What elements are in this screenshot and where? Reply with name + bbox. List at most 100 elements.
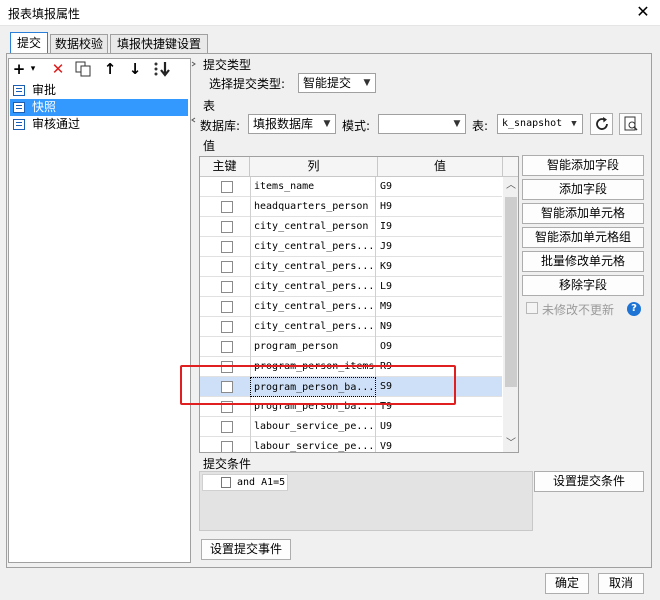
table-row[interactable]: program_person O9 — [200, 337, 502, 357]
tab-shortcut-settings[interactable]: 填报快捷键设置 — [110, 34, 208, 54]
refresh-button[interactable] — [590, 113, 613, 135]
table-row[interactable]: labour_service_pe... U9 — [200, 417, 502, 437]
column-cell[interactable]: city_central_pers... — [250, 317, 376, 337]
scrollbar-thumb[interactable] — [505, 197, 517, 387]
primary-key-checkbox[interactable] — [221, 341, 233, 353]
add-dropdown-icon[interactable]: ▾ — [27, 60, 39, 78]
cancel-button[interactable]: 取消 — [598, 573, 644, 594]
primary-key-checkbox[interactable] — [221, 201, 233, 213]
schema-label: 模式: — [342, 119, 371, 133]
tree-item-snapshot[interactable]: 快照 — [10, 99, 188, 116]
database-label: 数据库: — [200, 119, 241, 133]
table-row[interactable]: city_central_pers... J9 — [200, 237, 502, 257]
schema-select[interactable]: ▼ — [378, 114, 466, 134]
primary-key-checkbox[interactable] — [221, 321, 233, 333]
smart-add-cell-button[interactable]: 智能添加单元格 — [522, 203, 644, 224]
ok-button[interactable]: 确定 — [545, 573, 589, 594]
submit-type-section: 提交类型 — [203, 58, 252, 72]
primary-key-checkbox[interactable] — [221, 261, 233, 273]
value-cell[interactable]: K9 — [378, 257, 502, 277]
primary-key-checkbox[interactable] — [221, 441, 233, 452]
table-row[interactable]: city_central_pers... N9 — [200, 317, 502, 337]
help-icon[interactable]: ? — [627, 302, 641, 316]
table-row[interactable]: city_central_person I9 — [200, 217, 502, 237]
add-icon[interactable]: + — [12, 60, 26, 78]
preview-table-button[interactable] — [619, 113, 642, 135]
condition-item[interactable]: and A1=5 — [202, 474, 288, 491]
value-cell[interactable]: G9 — [378, 177, 502, 197]
form-icon — [13, 85, 25, 96]
batch-modify-cell-button[interactable]: 批量修改单元格 — [522, 251, 644, 272]
scroll-down-icon[interactable]: ﹀ — [503, 435, 518, 452]
form-icon — [13, 119, 25, 130]
value-cell[interactable]: O9 — [378, 337, 502, 357]
column-cell[interactable]: headquarters_person — [250, 197, 376, 217]
smart-add-field-button[interactable]: 智能添加字段 — [522, 155, 644, 176]
column-cell[interactable]: labour_service_pe... — [250, 417, 376, 437]
chevron-down-icon: ▼ — [571, 119, 577, 129]
move-bottom-icon[interactable] — [152, 60, 172, 78]
vertical-scrollbar[interactable]: ︿ ﹀ — [503, 177, 518, 452]
primary-key-checkbox[interactable] — [221, 281, 233, 293]
pane-splitter[interactable] — [191, 58, 197, 563]
move-down-icon[interactable]: ↓ — [124, 60, 146, 78]
column-header: 值 — [378, 157, 503, 177]
close-icon[interactable]: ✕ — [632, 2, 654, 24]
table-row[interactable]: city_central_pers... L9 — [200, 277, 502, 297]
database-select[interactable]: 填报数据库 ▼ — [248, 114, 336, 134]
primary-key-checkbox[interactable] — [221, 221, 233, 233]
value-cell[interactable]: V9 — [378, 437, 502, 452]
no-update-if-unchanged-label: 未修改不更新 — [542, 303, 615, 317]
column-cell[interactable]: city_central_pers... — [250, 297, 376, 317]
primary-key-checkbox[interactable] — [221, 301, 233, 313]
condition-section: 提交条件 — [203, 457, 252, 471]
value-cell[interactable]: N9 — [378, 317, 502, 337]
tab-data-validation[interactable]: 数据校验 — [50, 34, 108, 54]
add-field-button[interactable]: 添加字段 — [522, 179, 644, 200]
value-cell[interactable]: M9 — [378, 297, 502, 317]
table-row[interactable]: items_name G9 — [200, 177, 502, 197]
value-cell[interactable]: J9 — [378, 237, 502, 257]
value-cell[interactable]: H9 — [378, 197, 502, 217]
table-row[interactable]: labour_service_pe... V9 — [200, 437, 502, 452]
column-cell[interactable]: city_central_pers... — [250, 257, 376, 277]
copy-icon[interactable] — [74, 61, 92, 77]
value-cell[interactable]: L9 — [378, 277, 502, 297]
set-submit-event-button[interactable]: 设置提交事件 — [201, 539, 291, 560]
table-select[interactable]: k_snapshot ▼ — [497, 114, 583, 134]
table-row[interactable]: city_central_pers... M9 — [200, 297, 502, 317]
smart-add-cell-group-button[interactable]: 智能添加单元格组 — [522, 227, 644, 248]
tab-submit[interactable]: 提交 — [10, 32, 48, 54]
remove-field-button[interactable]: 移除字段 — [522, 275, 644, 296]
preview-icon — [624, 116, 638, 131]
primary-key-checkbox[interactable] — [221, 421, 233, 433]
chevron-down-icon: ▼ — [453, 119, 461, 129]
document-icon — [221, 477, 231, 488]
refresh-icon — [595, 117, 608, 130]
condition-tree[interactable]: and A1=5 — [199, 471, 533, 531]
column-cell[interactable]: city_central_pers... — [250, 237, 376, 257]
submit-type-select[interactable]: 智能提交 ▼ — [298, 73, 376, 93]
value-cell[interactable]: I9 — [378, 217, 502, 237]
tree-item-audit-passed[interactable]: 审核通过 — [10, 116, 188, 133]
table-row[interactable]: headquarters_person H9 — [200, 197, 502, 217]
scroll-up-icon[interactable]: ︿ — [503, 177, 518, 195]
chevron-down-icon: ▼ — [363, 78, 371, 88]
table-row[interactable]: city_central_pers... K9 — [200, 257, 502, 277]
column-cell[interactable]: program_person — [250, 337, 376, 357]
column-cell[interactable]: items_name — [250, 177, 376, 197]
column-cell[interactable]: city_central_pers... — [250, 277, 376, 297]
column-cell[interactable]: labour_service_pe... — [250, 437, 376, 452]
form-icon — [13, 102, 25, 113]
no-update-if-unchanged-checkbox[interactable] — [526, 302, 538, 314]
tree-item-approve[interactable]: 审批 — [10, 82, 188, 99]
window-title: 报表填报属性 — [8, 7, 81, 21]
delete-icon[interactable]: ✕ — [47, 60, 69, 78]
column-cell[interactable]: city_central_person — [250, 217, 376, 237]
value-cell[interactable]: U9 — [378, 417, 502, 437]
column-header: 主键 — [200, 157, 250, 177]
move-up-icon[interactable]: ↑ — [99, 60, 121, 78]
set-condition-button[interactable]: 设置提交条件 — [534, 471, 644, 492]
primary-key-checkbox[interactable] — [221, 181, 233, 193]
primary-key-checkbox[interactable] — [221, 241, 233, 253]
